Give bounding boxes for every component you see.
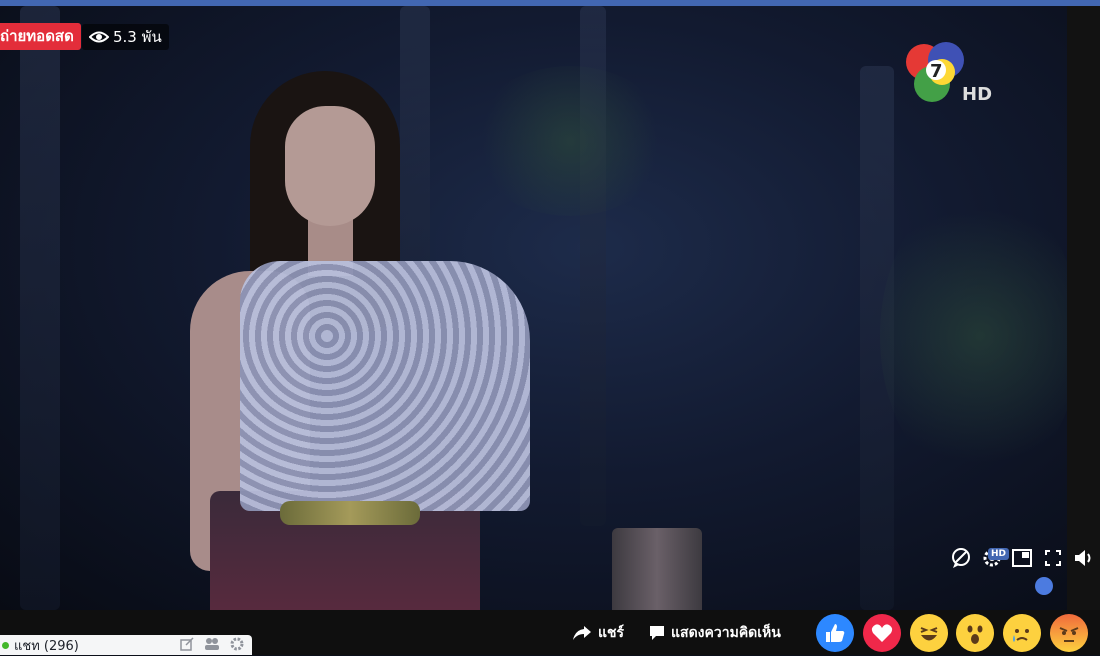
- chat-label: แชท (296): [14, 638, 79, 654]
- pip-icon: [1012, 549, 1032, 567]
- miniplayer-button[interactable]: [1010, 546, 1034, 570]
- captions-button[interactable]: [949, 546, 973, 570]
- sad-face-icon: [1013, 629, 1029, 642]
- fullscreen-button[interactable]: [1041, 546, 1065, 570]
- contacts-icon[interactable]: [204, 637, 220, 651]
- fullscreen-icon: [1045, 550, 1061, 566]
- wooden-post: [612, 528, 702, 610]
- channel-7-hd-logo: 7 HD: [906, 42, 992, 105]
- online-dot: [2, 641, 9, 649]
- wow-reaction-button[interactable]: [956, 614, 994, 652]
- gear-icon[interactable]: [230, 637, 244, 651]
- side-strip: [1067, 6, 1100, 610]
- eye-icon: [89, 31, 109, 43]
- hd-badge: HD: [988, 548, 1010, 560]
- angry-reaction-button[interactable]: [1050, 614, 1088, 652]
- thumbs-up-icon: [826, 624, 845, 642]
- comment-icon: [650, 626, 664, 640]
- comment-button[interactable]: แสดงความคิดเห็น: [649, 622, 781, 644]
- surprised-face-icon: [967, 625, 983, 644]
- like-reaction-button[interactable]: [816, 614, 854, 652]
- background-tree: [20, 6, 60, 610]
- laughing-face-icon: [920, 627, 938, 641]
- heart-icon: [871, 624, 893, 642]
- comment-off-icon: [952, 548, 970, 568]
- chat-tab[interactable]: แชท (296): [0, 635, 252, 655]
- foliage: [880, 186, 1067, 486]
- share-button[interactable]: แชร์: [572, 622, 624, 644]
- share-arrow-icon: [573, 626, 591, 640]
- volume-button[interactable]: [1072, 546, 1096, 570]
- actress: [180, 71, 540, 610]
- haha-reaction-button[interactable]: [910, 614, 948, 652]
- live-badge: ถ่ายทอดสด: [0, 23, 81, 50]
- volume-icon: [1075, 550, 1091, 566]
- compose-icon[interactable]: [180, 637, 194, 651]
- angry-face-icon: [1059, 627, 1079, 642]
- floating-like-icon: [1035, 577, 1053, 595]
- svg-text:HD: HD: [962, 84, 992, 105]
- svg-text:7: 7: [930, 61, 943, 82]
- sad-reaction-button[interactable]: [1003, 614, 1041, 652]
- viewer-count: 5.3 พัน: [82, 24, 169, 50]
- love-reaction-button[interactable]: [863, 614, 901, 652]
